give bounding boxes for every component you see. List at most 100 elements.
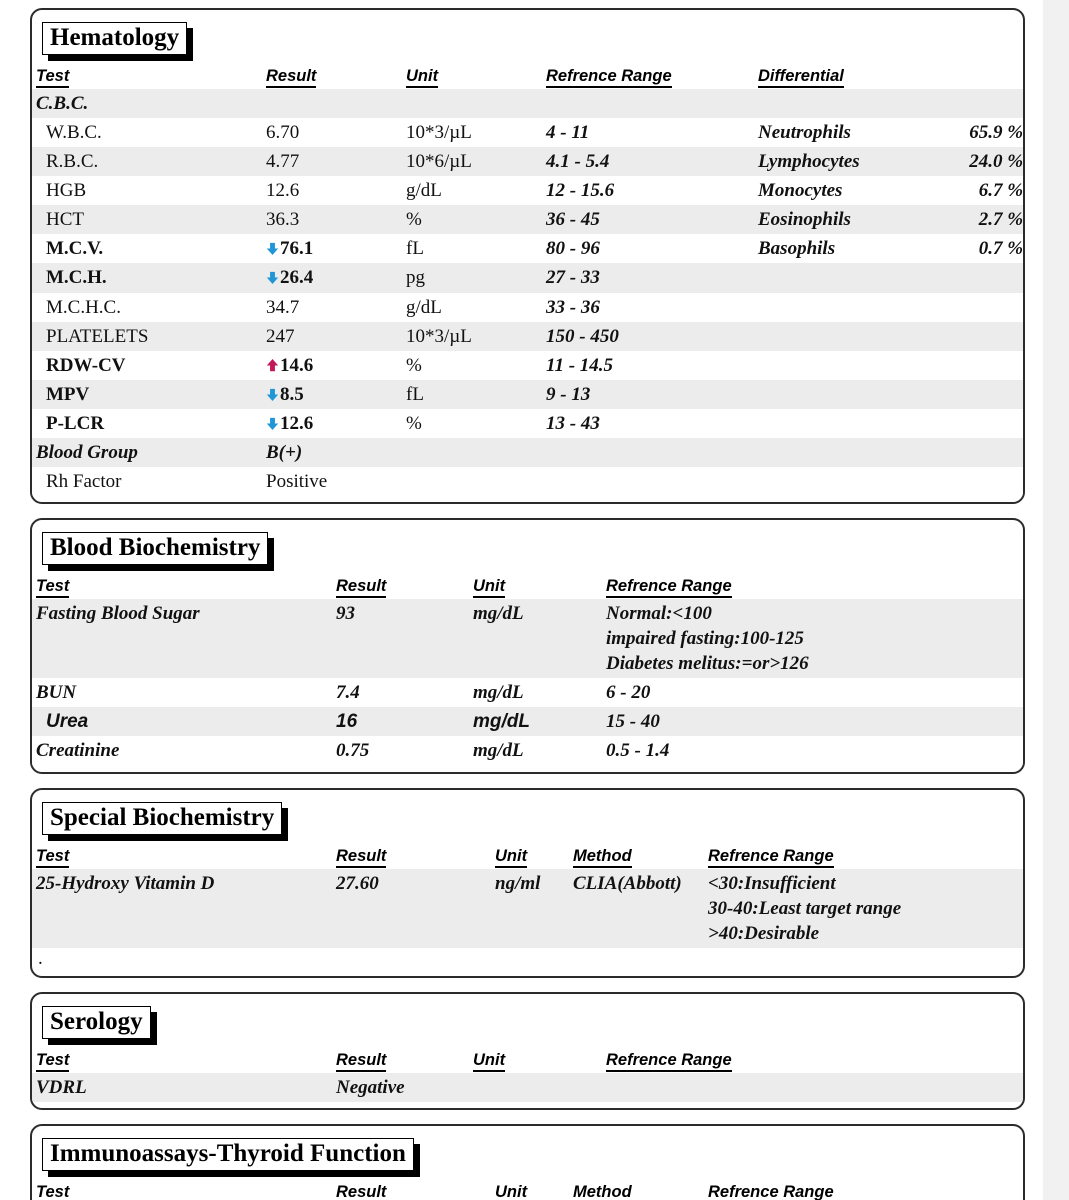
reference-range-line: 15 - 40 (606, 711, 660, 733)
cell-test-name: Rh Factor (32, 467, 262, 497)
cell-unit (402, 467, 542, 497)
report-content: Hematology Test Result Unit Refrence Ran… (0, 0, 1043, 1200)
column-header-unit: Unit (469, 576, 602, 599)
cell-unit: mg/dL (469, 599, 602, 679)
cell-unit: g/dL (402, 292, 542, 322)
reference-range-line: Diabetes melitus:=or>126 (606, 653, 809, 675)
reference-range-line: 0.5 - 1.4 (606, 740, 670, 762)
table-row: M.C.H. 26.4 pg 27 - 33 (32, 263, 1023, 293)
cell-test-name: Fasting Blood Sugar (32, 599, 332, 679)
cell-result: 4.77 (262, 147, 402, 177)
section-card-hematology: Hematology Test Result Unit Refrence Ran… (30, 8, 1025, 505)
cell-differential-name: Basophils (754, 234, 939, 264)
cell-unit: 10*6/µL (402, 147, 542, 177)
cell-reference-range (542, 437, 754, 468)
cell-unit: g/dL (402, 176, 542, 206)
cell-test-name: Creatinine (32, 736, 332, 766)
section-title-wrap: Hematology (32, 18, 1023, 57)
cell-test-name: PLATELETS (32, 321, 262, 351)
cell-reference-range: 15 - 40 (602, 707, 1023, 737)
table-header-row: Test Result Unit Method Refrence Range (32, 846, 1023, 869)
table-row: Fasting Blood Sugar 93 mg/dL Normal:<100 imp… (32, 599, 1023, 679)
blood-biochemistry-table: Test Result Unit Refrence Range Fasting … (32, 576, 1023, 766)
cell-reference-range: 9 - 13 (542, 379, 754, 409)
cell-unit: 10*3/µL (402, 321, 542, 351)
reference-range-line: 6 - 20 (606, 682, 651, 704)
table-header-row: Test Result Unit Refrence Range (32, 1050, 1023, 1073)
column-header-result: Result (332, 1050, 469, 1073)
cell-test-name: M.C.V. (32, 234, 262, 264)
special-biochemistry-table: Test Result Unit Method Refrence Range 2… (32, 846, 1023, 948)
low-value-down-arrow-icon (266, 414, 279, 431)
vertical-scrollbar[interactable] (1043, 0, 1069, 1200)
table-header-row: Test Result Unit Method Refrence Range (32, 1182, 1023, 1200)
cell-differential-value: 2.7 % (939, 205, 1023, 235)
table-row: RDW-CV 14.6% 11 - 14.5 (32, 350, 1023, 380)
column-header-reference-range: Refrence Range (704, 1182, 1023, 1200)
cell-test-name: Urea (32, 707, 332, 737)
column-header-reference-range: Refrence Range (704, 846, 1023, 869)
column-header-unit: Unit (491, 1182, 569, 1200)
low-value-down-arrow-icon (266, 268, 279, 285)
cell-test-name: M.C.H. (32, 263, 262, 293)
cell-reference-range: 6 - 20 (602, 678, 1023, 708)
cell-result: Positive (262, 467, 402, 497)
cell-differential-name (754, 408, 939, 438)
cell-unit: % (402, 205, 542, 235)
reference-range-line: impaired fasting:100-125 (606, 628, 804, 650)
cell-test-name: W.B.C. (32, 118, 262, 148)
cell-differential-name (754, 437, 939, 468)
cell-test-name: VDRL (32, 1072, 332, 1102)
hematology-table: Test Result Unit Refrence Range Differen… (32, 66, 1023, 497)
cell-differential-value: 0.7 % (939, 234, 1023, 264)
cell-test-name: M.C.H.C. (32, 292, 262, 322)
cell-differential-name (754, 89, 939, 119)
low-value-down-arrow-icon (266, 385, 279, 402)
cell-test-name: HGB (32, 176, 262, 206)
cell-differential-name: Eosinophils (754, 205, 939, 235)
cell-test-name: MPV (32, 379, 262, 409)
cell-test-name: BUN (32, 678, 332, 708)
cell-result: 0.75 (332, 736, 469, 766)
cell-test-name: Blood Group (32, 437, 262, 468)
column-header-test: Test (32, 576, 332, 599)
cell-differential-value (939, 321, 1023, 351)
serology-rows: VDRL Negative (32, 1072, 1023, 1102)
cell-unit: ng/ml (491, 868, 569, 948)
section-title-wrap: Immunoassays-Thyroid Function (32, 1134, 1023, 1173)
cell-unit: pg (402, 263, 542, 293)
cell-differential-name (754, 467, 939, 497)
cell-unit (469, 1072, 602, 1102)
column-header-result: Result (332, 576, 469, 599)
section-title-hematology: Hematology (42, 22, 188, 55)
hematology-rows: C.B.C. W.B.C. 6.70 10*3/µL 4 - 11 Neutrophils… (32, 89, 1023, 497)
cell-test-name: R.B.C. (32, 147, 262, 177)
reference-range-line: 30-40:Least target range (708, 897, 902, 919)
table-row: VDRL Negative (32, 1072, 1023, 1102)
cell-test-name: P-LCR (32, 408, 262, 438)
cell-unit: mg/dL (469, 678, 602, 708)
reference-range-line: >40:Desirable (708, 922, 820, 944)
section-title-serology: Serology (42, 1005, 151, 1039)
section-card-serology: Serology Test Result Unit Refrence Range… (30, 991, 1025, 1110)
cell-result (262, 89, 402, 119)
cell-reference-range (542, 89, 754, 119)
cell-differential-value (939, 379, 1023, 409)
cell-differential-value (939, 350, 1023, 380)
cell-unit (402, 89, 542, 119)
cell-result: 7.4 (332, 678, 469, 708)
column-header-unit: Unit (491, 846, 569, 869)
cell-reference-range: Normal:<100 impaired fasting:100-125 Diabe… (602, 599, 1023, 679)
column-header-reference-range: Refrence Range (602, 576, 1023, 599)
column-header-method: Method (569, 1182, 704, 1200)
cell-reference-range: <30:Insufficient 30-40:Least target range… (704, 868, 1023, 948)
table-header-row: Test Result Unit Refrence Range (32, 576, 1023, 599)
cell-differential-name: Neutrophils (754, 118, 939, 148)
table-row: W.B.C. 6.70 10*3/µL 4 - 11 Neutrophils 65.9 % (32, 118, 1023, 148)
column-header-reference-range: Refrence Range (542, 66, 754, 89)
cell-reference-range: 150 - 450 (542, 321, 754, 351)
cell-method: CLIA(Abbott) (569, 868, 704, 948)
column-header-result: Result (262, 66, 402, 89)
cell-differential-name (754, 350, 939, 380)
table-row: PLATELETS 247 10*3/µL 150 - 450 (32, 321, 1023, 351)
